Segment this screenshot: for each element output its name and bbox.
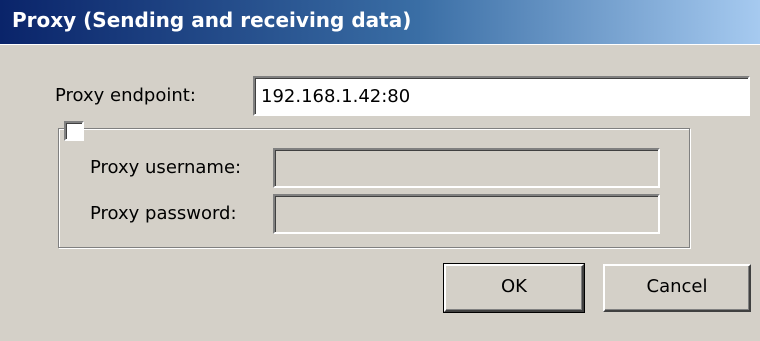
cancel-button-label: Cancel <box>646 276 708 297</box>
proxy-dialog: Proxy (Sending and receiving data) Proxy… <box>0 0 760 341</box>
proxy-username-label: Proxy username: <box>90 157 242 178</box>
use-authentication-checkbox[interactable] <box>64 121 84 141</box>
cancel-button[interactable]: Cancel <box>603 264 751 312</box>
ok-button-label: OK <box>501 276 527 297</box>
proxy-password-input[interactable] <box>273 194 660 234</box>
window-title: Proxy (Sending and receiving data) <box>12 8 412 32</box>
proxy-endpoint-label: Proxy endpoint: <box>55 85 196 106</box>
proxy-endpoint-input[interactable] <box>253 76 750 116</box>
ok-button[interactable]: OK <box>443 263 585 313</box>
proxy-password-label: Proxy password: <box>90 203 237 224</box>
title-bar[interactable]: Proxy (Sending and receiving data) <box>0 0 760 45</box>
proxy-username-input[interactable] <box>273 148 660 188</box>
